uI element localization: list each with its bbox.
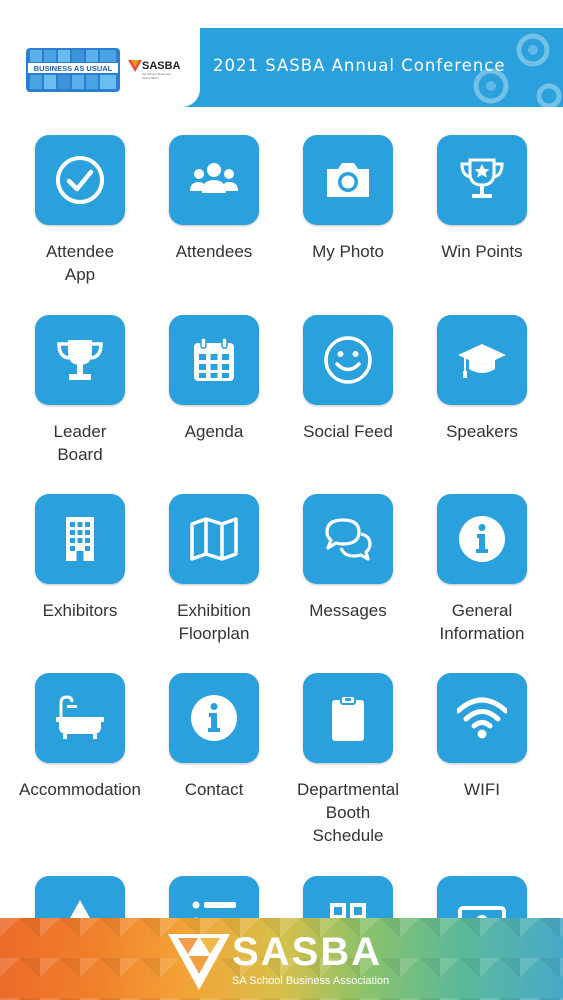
sasba-mark-icon (128, 60, 142, 72)
tile-icon-box[interactable] (169, 494, 259, 584)
tile-label: Attendee App (45, 242, 115, 284)
tile-speakers[interactable]: Speakers (415, 287, 549, 457)
tile-icon-box[interactable] (35, 135, 125, 225)
tile-icon-box[interactable] (437, 673, 527, 763)
business-as-usual-logo: BUSINESS AS USUAL (26, 48, 120, 92)
sasba-mark-icon (168, 934, 230, 990)
building-icon (66, 517, 94, 561)
sasba-small-logo: SASBA SA School Business Association (128, 58, 188, 80)
tile-icon-box[interactable] (437, 876, 527, 918)
tile-label: Leader Board (53, 422, 107, 464)
tile-my-photo[interactable]: My Photo (281, 107, 415, 277)
tile-messages[interactable]: Messages (281, 466, 415, 636)
people-group-icon (190, 163, 238, 193)
camera-icon (327, 163, 369, 197)
graduation-cap-icon (458, 344, 506, 378)
tile-general-information[interactable]: General Information (415, 466, 549, 643)
footer-brand-sub: SA School Business Association (232, 975, 390, 987)
tile-icon-box[interactable] (35, 494, 125, 584)
tile-icon-box[interactable] (437, 315, 527, 405)
money-icon (458, 906, 506, 918)
tile-label: Contact (184, 780, 244, 799)
tile-icon-box[interactable] (169, 315, 259, 405)
tile-accommodation[interactable]: Accommodation (13, 645, 147, 815)
gears-icon (473, 33, 562, 107)
tile-icon-box[interactable] (303, 876, 393, 918)
tile-icon-box[interactable] (437, 135, 527, 225)
tile-icon-box[interactable] (35, 876, 125, 918)
calendar-icon (194, 337, 234, 381)
bathtub-icon (56, 695, 104, 739)
tile-icon-box[interactable] (169, 673, 259, 763)
tile-icon-box[interactable] (437, 494, 527, 584)
tile-label: Departmental Booth Schedule (296, 780, 400, 845)
smiley-icon (324, 336, 372, 384)
tile-exhibitors[interactable]: Exhibitors (13, 466, 147, 636)
tile-wifi[interactable]: WIFI (415, 645, 549, 815)
tile-icon-box[interactable] (35, 315, 125, 405)
tile-icon-box[interactable] (35, 673, 125, 763)
tile-icon-box[interactable] (169, 135, 259, 225)
footer-brand: SASBA (232, 930, 383, 974)
tile-label: Messages (309, 601, 387, 620)
tile-label: Exhibitors (42, 601, 118, 620)
tile-exhibition-floorplan[interactable]: Exhibition Floorplan (147, 466, 281, 643)
tile-row5-1[interactable] (13, 848, 147, 918)
tile-win-points[interactable]: Win Points (415, 107, 549, 277)
tile-icon-box[interactable] (303, 135, 393, 225)
tile-icon-box[interactable] (303, 673, 393, 763)
tile-icon-box[interactable] (303, 315, 393, 405)
tile-icon-box[interactable] (169, 876, 259, 918)
wifi-icon (457, 697, 507, 739)
trophy-icon (57, 340, 103, 380)
tile-attendee-app[interactable]: Attendee App (13, 107, 147, 284)
tile-label: WIFI (464, 780, 500, 799)
sasba-small-sub: SA School Business Association (142, 72, 172, 80)
tile-agenda[interactable]: Agenda (147, 287, 281, 457)
tile-departmental-booth-schedule[interactable]: Departmental Booth Schedule (281, 645, 415, 845)
clipboard-icon (332, 695, 364, 741)
tile-label: Win Points (441, 242, 523, 261)
tile-label: Agenda (184, 422, 244, 441)
trophy-star-icon (460, 158, 504, 198)
warning-icon (70, 900, 90, 918)
list-icon (192, 901, 236, 918)
tile-social-feed[interactable]: Social Feed (281, 287, 415, 457)
logo-text: BUSINESS AS USUAL (34, 64, 113, 73)
tile-row5-4[interactable] (415, 848, 549, 918)
check-circle-icon (56, 156, 104, 204)
info-icon (459, 516, 505, 562)
sponsor-footer: SASBA SA School Business Association (0, 918, 563, 1000)
grid-icon (330, 903, 366, 918)
tile-label: Social Feed (303, 422, 393, 441)
tile-leader-board[interactable]: Leader Board (13, 287, 147, 464)
tile-label: Speakers (446, 422, 518, 441)
menu-grid: Attendee App Attendees My Photo Win Poin… (0, 107, 563, 918)
map-icon (190, 517, 238, 561)
tile-attendees[interactable]: Attendees (147, 107, 281, 277)
tile-label: Accommodation (19, 780, 141, 799)
tile-label: General Information (439, 601, 525, 643)
logo-panel: BUSINESS AS USUAL SASBA SA School Busine… (0, 28, 200, 107)
tile-row5-3[interactable] (281, 848, 415, 918)
sasba-small-text: SASBA (142, 60, 181, 72)
info-icon (191, 695, 237, 741)
app-header: BUSINESS AS USUAL SASBA SA School Busine… (0, 28, 563, 107)
status-strip (0, 0, 563, 28)
tile-label: Attendees (175, 242, 253, 261)
tile-contact[interactable]: Contact (147, 645, 281, 815)
tile-icon-box[interactable] (303, 494, 393, 584)
tile-label: Exhibition Floorplan (177, 601, 251, 643)
tile-row5-2[interactable] (147, 848, 281, 918)
chat-bubbles-icon (325, 518, 372, 561)
tile-label: My Photo (312, 242, 384, 261)
